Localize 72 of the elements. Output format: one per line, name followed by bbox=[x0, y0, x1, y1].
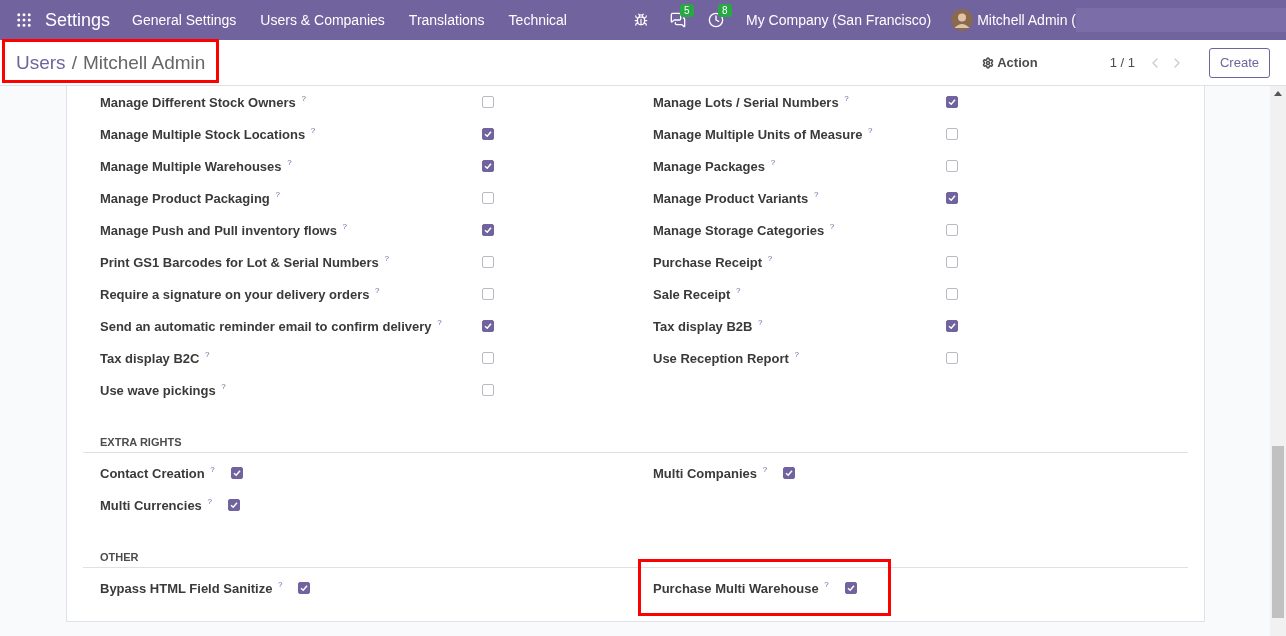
setting-label: Tax display B2B $^{?}$ bbox=[653, 318, 763, 334]
checkbox[interactable] bbox=[482, 192, 494, 204]
menu-item[interactable]: Users & Companies bbox=[260, 12, 385, 28]
checkbox[interactable] bbox=[946, 352, 958, 364]
checkbox[interactable] bbox=[482, 96, 494, 108]
checkbox[interactable] bbox=[482, 352, 494, 364]
checkbox[interactable] bbox=[946, 224, 958, 236]
section-title: EXTRA RIGHTS bbox=[83, 436, 1188, 453]
setting-label: Manage Multiple Warehouses $^{?}$ bbox=[100, 158, 292, 174]
checkbox[interactable] bbox=[227, 499, 240, 511]
checkbox[interactable] bbox=[844, 582, 857, 594]
activity-count: 8 bbox=[718, 4, 732, 17]
setting-label: Use Reception Report $^{?}$ bbox=[653, 350, 799, 366]
setting-label: Manage Storage Categories $^{?}$ bbox=[653, 222, 835, 238]
breadcrumb-current: Mitchell Admin bbox=[82, 51, 206, 74]
setting-label: Sale Receipt $^{?}$ bbox=[653, 286, 741, 302]
create-button[interactable]: Create bbox=[1208, 47, 1270, 78]
bug-icon[interactable] bbox=[634, 13, 648, 27]
company-switcher[interactable]: My Company (San Francisco) bbox=[746, 12, 932, 28]
checkbox[interactable] bbox=[230, 467, 243, 479]
pager-value: 1 / 1 bbox=[1109, 55, 1135, 70]
setting-label: Purchase Multi Warehouse $^{?}$ bbox=[653, 580, 829, 596]
checkbox[interactable] bbox=[482, 160, 494, 172]
message-count: 5 bbox=[680, 4, 694, 17]
checkbox[interactable] bbox=[946, 256, 958, 268]
checkbox[interactable] bbox=[946, 128, 958, 140]
checkbox[interactable] bbox=[482, 256, 494, 268]
setting-label: Multi Companies $^{?}$ bbox=[653, 465, 768, 481]
setting-label: Purchase Receipt $^{?}$ bbox=[653, 254, 773, 270]
checkbox[interactable] bbox=[946, 96, 958, 108]
setting-label: Print GS1 Barcodes for Lot & Serial Numbers $^{?}$ bbox=[100, 254, 389, 270]
checkbox[interactable] bbox=[946, 288, 958, 300]
setting-label: Manage Packages $^{?}$ bbox=[653, 158, 776, 174]
setting-label: Manage Multiple Stock Locations $^{?}$ bbox=[100, 126, 316, 142]
setting-label: Manage Product Variants $^{?}$ bbox=[653, 190, 819, 206]
setting-label: Require a signature on your delivery orders $^{?}$ bbox=[100, 286, 380, 302]
clock-icon[interactable] bbox=[708, 12, 724, 28]
action-button[interactable]: Action bbox=[976, 54, 1044, 71]
checkbox[interactable] bbox=[946, 192, 958, 204]
setting-label: Contact Creation $^{?}$ bbox=[100, 465, 215, 481]
menu-item[interactable]: Technical bbox=[508, 12, 567, 28]
app-title: Settings bbox=[45, 9, 111, 31]
checkbox[interactable] bbox=[482, 224, 494, 236]
avatar[interactable] bbox=[951, 9, 974, 31]
checkbox[interactable] bbox=[946, 320, 958, 332]
section-title: OTHER bbox=[83, 551, 1188, 568]
checkbox[interactable] bbox=[482, 128, 494, 140]
menu-item[interactable]: Translations bbox=[408, 12, 485, 28]
setting-label: Manage Lots / Serial Numbers $^{?}$ bbox=[653, 94, 849, 110]
setting-label: Manage Multiple Units of Measure $^{?}$ bbox=[653, 126, 873, 142]
setting-label: Tax display B2C $^{?}$ bbox=[100, 350, 210, 366]
breadcrumb-link[interactable]: Users bbox=[16, 51, 66, 74]
chat-icon[interactable] bbox=[670, 12, 686, 28]
checkbox[interactable] bbox=[783, 467, 796, 479]
setting-label: Bypass HTML Field Sanitize $^{?}$ bbox=[100, 580, 283, 596]
gear-icon bbox=[982, 56, 995, 69]
checkbox[interactable] bbox=[298, 582, 311, 594]
setting-label: Manage Product Packaging $^{?}$ bbox=[100, 190, 280, 206]
menu-item[interactable]: General Settings bbox=[132, 12, 237, 28]
user-menu[interactable]: Mitchell Admin ( bbox=[977, 12, 1076, 28]
setting-label: Send an automatic reminder email to confirm delivery $^{?}$ bbox=[100, 318, 442, 334]
setting-label: Use wave pickings $^{?}$ bbox=[100, 382, 226, 398]
breadcrumb-separator: / bbox=[71, 51, 77, 74]
setting-label: Multi Currencies $^{?}$ bbox=[100, 497, 212, 513]
checkbox[interactable] bbox=[482, 320, 494, 332]
scrollbar[interactable] bbox=[1270, 86, 1286, 636]
checkbox[interactable] bbox=[482, 384, 494, 396]
checkbox[interactable] bbox=[946, 160, 958, 172]
setting-label: Manage Different Stock Owners $^{?}$ bbox=[100, 94, 306, 110]
apps-menu-icon[interactable] bbox=[15, 11, 33, 29]
checkbox[interactable] bbox=[482, 288, 494, 300]
setting-label: Manage Push and Pull inventory flows $^{?}$ bbox=[100, 222, 347, 238]
